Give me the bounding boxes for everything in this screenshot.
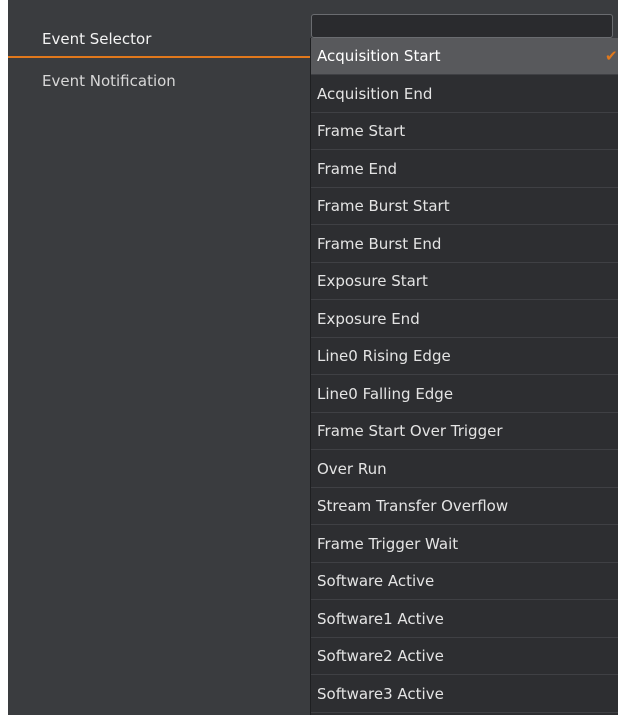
dropdown-item[interactable]: Software Active bbox=[311, 563, 618, 600]
dropdown-item[interactable]: Exposure End bbox=[311, 301, 618, 338]
dropdown-item-label: Line0 Falling Edge bbox=[317, 385, 454, 403]
dropdown-item[interactable]: Exposure Start bbox=[311, 263, 618, 300]
dropdown-item-label: Line0 Rising Edge bbox=[317, 347, 451, 365]
dropdown-item[interactable]: Software2 Active bbox=[311, 638, 618, 675]
dropdown-item-label: Frame Start Over Trigger bbox=[317, 422, 503, 440]
dropdown-item-label: Software1 Active bbox=[317, 610, 444, 628]
event-selector-dropdown-list[interactable]: Acquisition Start ✔ Acquisition End Frame S… bbox=[310, 38, 618, 715]
dropdown-item-label: Frame Start bbox=[317, 122, 406, 140]
dropdown-item[interactable]: Frame Trigger Wait bbox=[311, 526, 618, 563]
dropdown-item-label: Software Active bbox=[317, 572, 435, 590]
dropdown-item[interactable]: Software3 Active bbox=[311, 676, 618, 713]
event-selector-label: Event Selector bbox=[42, 30, 152, 48]
dropdown-item-label: Stream Transfer Overflow bbox=[317, 497, 509, 515]
dropdown-item-label: Frame Burst Start bbox=[317, 197, 450, 215]
event-selector-combobox[interactable] bbox=[311, 14, 613, 38]
dropdown-item-label: Over Run bbox=[317, 460, 387, 478]
dropdown-item[interactable]: Acquisition End bbox=[311, 76, 618, 113]
dropdown-item-label: Exposure End bbox=[317, 310, 420, 328]
check-icon: ✔ bbox=[605, 47, 618, 65]
dropdown-item[interactable]: Software1 Active bbox=[311, 601, 618, 638]
dropdown-item[interactable]: Frame End bbox=[311, 151, 618, 188]
event-notification-row[interactable]: Event Notification bbox=[8, 62, 318, 100]
event-selector-row[interactable]: Event Selector bbox=[8, 20, 318, 58]
dropdown-item[interactable]: Over Run bbox=[311, 451, 618, 488]
dropdown-item-label: Software2 Active bbox=[317, 647, 444, 665]
dropdown-item-label: Exposure Start bbox=[317, 272, 428, 290]
dropdown-item-label: Frame Burst End bbox=[317, 235, 442, 253]
dropdown-item-label: Software3 Active bbox=[317, 685, 444, 703]
dropdown-item-label: Frame End bbox=[317, 160, 398, 178]
dropdown-item-label: Frame Trigger Wait bbox=[317, 535, 459, 553]
dropdown-item[interactable]: Line0 Rising Edge bbox=[311, 338, 618, 375]
dropdown-item[interactable]: Stream Transfer Overflow bbox=[311, 488, 618, 525]
dropdown-item-label: Acquisition Start bbox=[317, 47, 441, 65]
dropdown-item[interactable]: Frame Burst End bbox=[311, 226, 618, 263]
dropdown-item[interactable]: Frame Start bbox=[311, 113, 618, 150]
dropdown-item[interactable]: Line0 Falling Edge bbox=[311, 376, 618, 413]
dropdown-item[interactable]: Frame Burst Start bbox=[311, 188, 618, 225]
dropdown-item[interactable]: Frame Start Over Trigger bbox=[311, 413, 618, 450]
dropdown-item-label: Acquisition End bbox=[317, 85, 433, 103]
event-notification-label: Event Notification bbox=[42, 72, 176, 90]
dropdown-item[interactable]: Acquisition Start ✔ bbox=[311, 38, 618, 75]
